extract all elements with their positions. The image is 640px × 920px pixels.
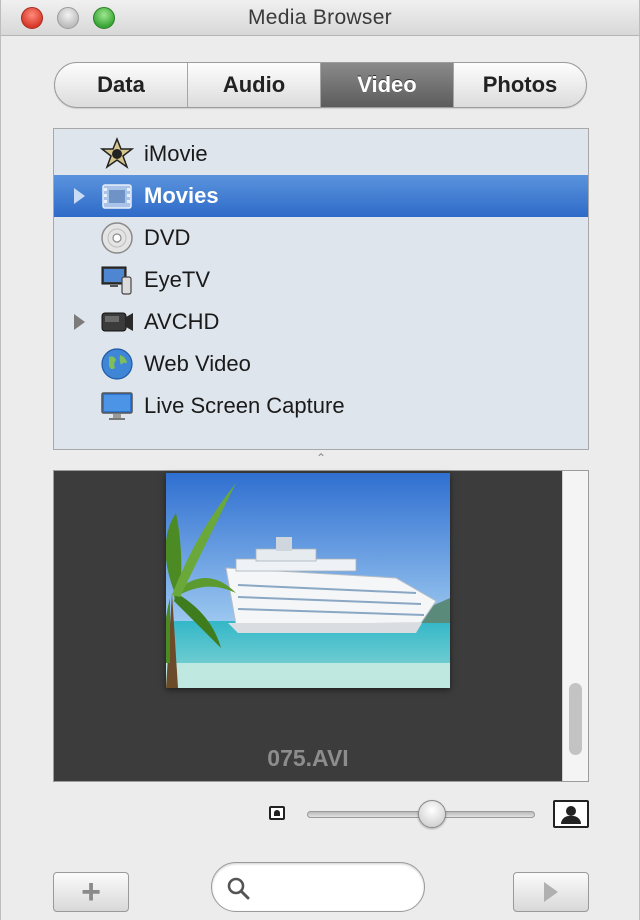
imovie-star-icon — [100, 137, 134, 169]
source-label: EyeTV — [144, 267, 211, 292]
source-label: Web Video — [144, 351, 251, 376]
media-type-tabs: Data Audio Video Photos — [54, 62, 587, 108]
title-bar[interactable]: Media Browser — [1, 0, 639, 36]
cruise-ship-thumbnail — [166, 473, 450, 688]
disclosure-triangle-icon[interactable] — [74, 188, 85, 204]
search-input[interactable] — [258, 873, 408, 901]
display-icon — [101, 392, 133, 420]
large-thumbnail-icon — [553, 800, 589, 828]
window-title: Media Browser — [248, 6, 392, 29]
source-label: DVD — [144, 225, 191, 250]
movies-folder-icon — [102, 184, 132, 209]
clip-name: 075.AVI — [267, 745, 349, 771]
small-thumbnail-icon — [269, 806, 285, 820]
source-list: iMovie Movies DVD EyeTV AVCHD Web Video … — [53, 128, 589, 450]
source-label: AVCHD — [144, 309, 220, 334]
slider-knob[interactable] — [418, 800, 447, 828]
tab-photos[interactable]: Photos — [454, 63, 586, 107]
media-browser-window: Media Browser Data Audio Video Photos iM… — [0, 0, 640, 920]
add-button[interactable]: + — [53, 872, 129, 912]
eyetv-icon — [101, 266, 132, 295]
scrollbar-thumb[interactable] — [569, 683, 582, 755]
preview-scrollbar[interactable] — [562, 471, 588, 781]
disclosure-triangle-icon[interactable] — [74, 314, 85, 330]
plus-icon: + — [81, 873, 101, 911]
split-view-handle[interactable]: ⌃ — [313, 452, 329, 464]
source-item-eyetv[interactable]: EyeTV — [54, 259, 588, 301]
source-item-dvd[interactable]: DVD — [54, 217, 588, 259]
play-icon — [544, 882, 558, 902]
tab-audio[interactable]: Audio — [188, 63, 321, 107]
source-item-movies[interactable]: Movies — [54, 175, 588, 217]
play-button[interactable] — [513, 872, 589, 912]
media-preview-pane: 075.AVI — [53, 470, 589, 782]
camcorder-icon — [101, 312, 133, 332]
source-label: Movies — [144, 183, 219, 208]
source-item-imovie[interactable]: iMovie — [54, 133, 588, 175]
source-item-web-video[interactable]: Web Video — [54, 343, 588, 385]
dvd-disc-icon — [101, 222, 133, 254]
globe-icon — [101, 348, 133, 380]
search-icon — [227, 877, 250, 900]
tab-data[interactable]: Data — [55, 63, 188, 107]
source-label: Live Screen Capture — [144, 393, 345, 418]
video-thumbnail[interactable] — [166, 473, 450, 688]
source-item-live-screen-capture[interactable]: Live Screen Capture — [54, 385, 588, 427]
source-item-avchd[interactable]: AVCHD — [54, 301, 588, 343]
source-label: iMovie — [144, 141, 208, 166]
search-field[interactable] — [211, 862, 425, 912]
tab-video[interactable]: Video — [321, 63, 454, 107]
